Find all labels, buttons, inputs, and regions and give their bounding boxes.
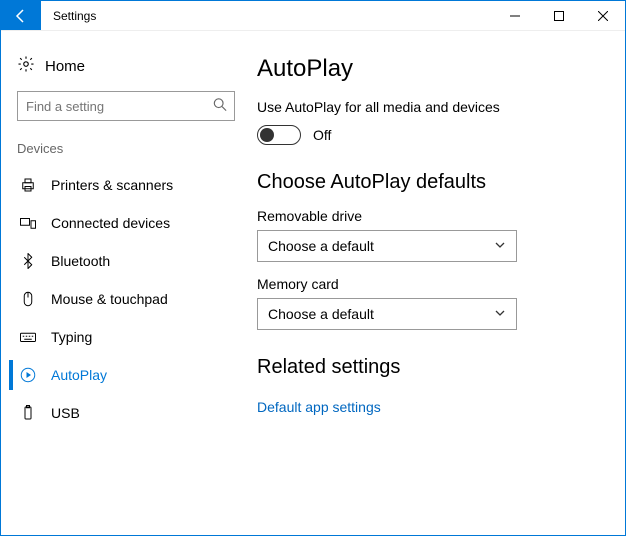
autoplay-toggle-row: Off <box>257 125 595 145</box>
minimize-icon <box>510 11 520 21</box>
memory-card-label: Memory card <box>257 276 595 292</box>
sidebar-item-bluetooth[interactable]: Bluetooth <box>9 242 243 280</box>
toggle-knob <box>260 128 274 142</box>
titlebar: Settings <box>1 1 625 31</box>
search-wrap <box>17 91 235 121</box>
sidebar: Home Devices Printers & scanners Connect… <box>1 31 251 535</box>
memory-card-select[interactable]: Choose a default <box>257 298 517 330</box>
maximize-icon <box>554 11 564 21</box>
usb-icon <box>19 404 37 422</box>
related-settings-heading: Related settings <box>257 356 595 379</box>
sidebar-item-usb[interactable]: USB <box>9 394 243 432</box>
mouse-icon <box>19 290 37 308</box>
search-icon <box>213 98 227 115</box>
sidebar-item-label: USB <box>51 405 80 421</box>
removable-drive-select[interactable]: Choose a default <box>257 230 517 262</box>
sidebar-item-label: Bluetooth <box>51 253 110 269</box>
gear-icon <box>17 55 35 77</box>
close-icon <box>598 11 608 21</box>
sidebar-item-label: Printers & scanners <box>51 177 173 193</box>
autoplay-icon <box>19 366 37 384</box>
sidebar-item-printers[interactable]: Printers & scanners <box>9 166 243 204</box>
search-input[interactable] <box>17 91 235 121</box>
autoplay-toggle[interactable] <box>257 125 301 145</box>
home-button[interactable]: Home <box>9 49 243 91</box>
page-title: AutoPlay <box>257 55 595 83</box>
default-app-settings-link[interactable]: Default app settings <box>257 399 381 415</box>
select-value: Choose a default <box>268 306 374 322</box>
connected-devices-icon <box>19 214 37 232</box>
body: Home Devices Printers & scanners Connect… <box>1 31 625 535</box>
use-autoplay-label: Use AutoPlay for all media and devices <box>257 99 595 115</box>
window-controls <box>493 1 625 30</box>
defaults-heading: Choose AutoPlay defaults <box>257 171 595 194</box>
bluetooth-icon <box>19 252 37 270</box>
sidebar-item-label: Connected devices <box>51 215 170 231</box>
sidebar-item-typing[interactable]: Typing <box>9 318 243 356</box>
removable-drive-label: Removable drive <box>257 208 595 224</box>
chevron-down-icon <box>494 306 506 322</box>
back-button[interactable] <box>1 1 41 30</box>
toggle-state-label: Off <box>313 127 331 143</box>
keyboard-icon <box>19 328 37 346</box>
sidebar-nav: Printers & scanners Connected devices Bl… <box>9 166 243 432</box>
settings-window: Settings Home <box>0 0 626 536</box>
close-button[interactable] <box>581 1 625 30</box>
printer-icon <box>19 176 37 194</box>
window-title: Settings <box>41 1 108 30</box>
main-content: AutoPlay Use AutoPlay for all media and … <box>251 31 625 535</box>
maximize-button[interactable] <box>537 1 581 30</box>
sidebar-section-header: Devices <box>9 137 243 166</box>
home-label: Home <box>45 58 85 75</box>
minimize-button[interactable] <box>493 1 537 30</box>
sidebar-item-label: Mouse & touchpad <box>51 291 168 307</box>
select-value: Choose a default <box>268 238 374 254</box>
sidebar-item-label: AutoPlay <box>51 367 107 383</box>
sidebar-item-label: Typing <box>51 329 92 345</box>
sidebar-item-autoplay[interactable]: AutoPlay <box>9 356 243 394</box>
arrow-left-icon <box>13 8 29 24</box>
sidebar-item-mouse[interactable]: Mouse & touchpad <box>9 280 243 318</box>
sidebar-item-connected-devices[interactable]: Connected devices <box>9 204 243 242</box>
chevron-down-icon <box>494 238 506 254</box>
